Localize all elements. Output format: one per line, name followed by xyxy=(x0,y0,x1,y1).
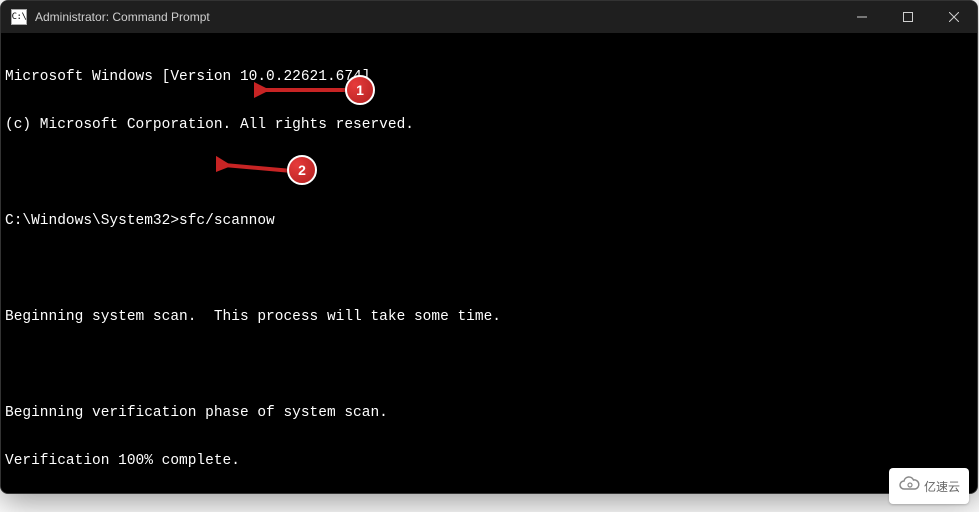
terminal-output[interactable]: Microsoft Windows [Version 10.0.22621.67… xyxy=(1,33,977,494)
terminal-line-complete: Verification 100% complete. xyxy=(5,453,977,469)
terminal-line: Microsoft Windows [Version 10.0.22621.67… xyxy=(5,69,977,85)
terminal-line xyxy=(5,261,977,277)
terminal-line-command: C:\Windows\System32>sfc/scannow xyxy=(5,213,977,229)
terminal-line: Beginning system scan. This process will… xyxy=(5,309,977,325)
watermark-text: 亿速云 xyxy=(924,478,960,495)
window-title: Administrator: Command Prompt xyxy=(35,10,839,24)
watermark: 亿速云 xyxy=(889,468,969,504)
maximize-button[interactable] xyxy=(885,1,931,33)
terminal-line: Beginning verification phase of system s… xyxy=(5,405,977,421)
terminal-line xyxy=(5,165,977,181)
terminal-line: (c) Microsoft Corporation. All rights re… xyxy=(5,117,977,133)
close-button[interactable] xyxy=(931,1,977,33)
cmd-icon: C:\ xyxy=(11,9,27,25)
minimize-button[interactable] xyxy=(839,1,885,33)
titlebar[interactable]: C:\ Administrator: Command Prompt xyxy=(1,1,977,33)
command-prompt-window: C:\ Administrator: Command Prompt Micros… xyxy=(0,0,978,494)
terminal-line xyxy=(5,357,977,373)
cloud-icon xyxy=(898,476,920,497)
window-controls xyxy=(839,1,977,33)
